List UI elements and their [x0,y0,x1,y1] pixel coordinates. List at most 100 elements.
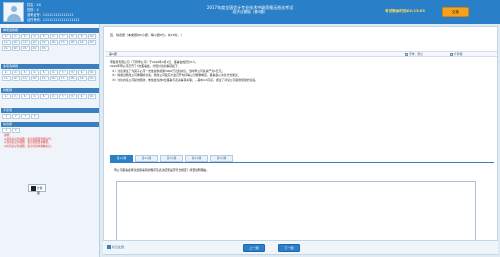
question-nav-item[interactable]: 1√ [2,70,11,75]
section-header-single-choice[interactable]: 单项选择题 [1,28,99,33]
question-nav-item[interactable]: 2 [11,114,20,119]
question-nav-item[interactable]: 18√ [68,40,77,45]
question-nav-item[interactable]: 16√ [49,76,58,81]
question-nav-item[interactable]: 5√ [40,34,49,39]
question-nav-item[interactable]: 25√ [40,46,49,51]
question-grid-true-false: 1√ 2√ 3√ 4√ 5√ 6√ 7√ 8√ 9√ 10√ [2,94,98,99]
tab-sub-question-1[interactable]: 第1小题 [110,155,133,162]
question-footer: 标记此题 上一题 下一题 [103,240,498,254]
tab-sub-question-5[interactable]: 第5小题 [210,155,233,162]
question-grid-indefinite: 1234 [2,114,98,119]
question-nav-item[interactable]: 4√ [30,70,39,75]
question-nav-item[interactable]: 9√ [78,70,87,75]
question-nav-item[interactable]: 7√ [59,94,68,99]
question-grid-comprehensive: 12 [2,128,98,133]
question-nav-item[interactable]: 9√ [78,34,87,39]
question-nav-item[interactable]: 10√ [87,94,96,99]
question-stem: 甲股份有限公司（下称甲公司）于2016年3月1日，董事会成员为7人。 2016年… [110,60,490,82]
section-header-indefinite[interactable]: 不定项 [1,108,99,113]
mark-question-label: 标记此题 [112,245,125,249]
question-nav-item[interactable]: 17√ [59,76,68,81]
calculator-icon [31,186,36,191]
question-nav-item[interactable]: 3√ [21,70,30,75]
question-panel: 四、综合题（本类题共5小题，每小题9分，共18分。） 第1题 字体：默认 计算器… [103,26,498,255]
question-nav-item[interactable]: 5√ [40,94,49,99]
question-nav-item[interactable]: 3√ [21,34,30,39]
calculator-button[interactable]: 计算器 [28,184,46,195]
question-nav-item[interactable]: 6√ [49,70,58,75]
question-navigator: 单项选择题 1√ 2√ 3√ 4√ 5√ 6√ 7√ 8√ 9√ 10√ 11√ 12√ 13√ 14√ 1… [0,24,100,257]
question-nav-item[interactable]: 15√ [40,40,49,45]
question-nav-item[interactable]: 2√ [11,34,20,39]
calculator-icon [450,52,453,56]
legend-line: 以红色标记的试题：表示考试内容被标记。 [4,144,54,148]
question-nav-item[interactable]: 8√ [68,34,77,39]
submit-exam-button[interactable]: 交卷 [442,7,469,17]
question-nav-item[interactable]: 4√ [30,94,39,99]
question-nav-item[interactable]: 3√ [21,94,30,99]
question-nav-item[interactable]: 13√ [21,76,30,81]
tab-sub-question-4[interactable]: 第4小题 [185,155,208,162]
question-nav-item[interactable]: 21√ [2,46,11,51]
question-nav-item[interactable]: 22√ [11,46,20,51]
question-nav-item[interactable]: 12√ [11,76,20,81]
question-nav-item[interactable]: 19√ [78,40,87,45]
question-nav-item[interactable]: 12√ [11,40,20,45]
question-nav-item[interactable]: 1√ [2,34,11,39]
next-question-button[interactable]: 下一题 [278,244,300,252]
section-instruction: 四、综合题（本类题共5小题，每小题9分，共18分。） [110,33,184,37]
question-nav-item[interactable]: 2√ [11,94,20,99]
sub-question-tabs: 第1小题 第2小题 第3小题 第4小题 第5小题 [110,155,494,163]
question-nav-item[interactable]: 9√ [78,94,87,99]
question-nav-item[interactable]: 23√ [21,46,30,51]
question-nav-item[interactable]: 16√ [49,40,58,45]
question-toolbar: 第1题 字体：默认 计算器 [105,51,497,57]
question-nav-item[interactable]: 13√ [21,40,30,45]
question-grid-multiple-choice: 1√ 2√ 3√ 4√ 5√ 6√ 7√ 8√ 9√ 10√ 11√ 12√ 13√ 14√ 15√ 16√ 1… [2,70,98,81]
question-nav-item[interactable]: 3 [21,114,30,119]
tab-sub-question-2[interactable]: 第2小题 [135,155,158,162]
tab-sub-question-3[interactable]: 第3小题 [160,155,183,162]
question-nav-item[interactable]: 1 [2,128,11,133]
question-nav-item[interactable]: 8√ [68,94,77,99]
question-nav-item[interactable]: 6√ [49,94,58,99]
font-setting[interactable]: 字体：默认 [405,52,423,57]
mark-question-toggle[interactable]: 标记此题 [107,245,124,250]
question-nav-item[interactable]: 10√ [87,70,96,75]
question-nav-item[interactable]: 8√ [68,70,77,75]
answer-input[interactable] [116,181,476,243]
question-nav-item[interactable]: 4√ [30,34,39,39]
question-nav-item[interactable]: 19√ [78,76,87,81]
question-nav-item[interactable]: 6√ [49,34,58,39]
question-nav-item[interactable]: 14√ [30,76,39,81]
question-nav-item[interactable]: 20√ [87,76,96,81]
question-nav-item[interactable]: 24√ [30,46,39,51]
question-nav-item[interactable]: 20√ [87,40,96,45]
question-nav-item[interactable]: 18√ [68,76,77,81]
question-nav-item[interactable]: 15√ [40,76,49,81]
calculator-tool[interactable]: 计算器 [450,52,462,57]
question-nav-item[interactable]: 11√ [2,76,11,81]
exam-subtitle: 经济法基础（第5题） [232,10,268,14]
question-nav-item[interactable]: 1√ [2,94,11,99]
question-nav-item[interactable]: 5√ [40,70,49,75]
question-nav-item[interactable]: 1 [2,114,11,119]
stem-line: （3）讨论向某公司提供借款，参加会议的6位董事与表决事项关联；...其中4人同意… [110,77,258,82]
calculator-tool-label: 计算器 [454,52,463,56]
question-nav-item[interactable]: 2√ [11,70,20,75]
timer-value: 02:13:03 [407,9,425,13]
question-nav-item[interactable]: 11√ [2,40,11,45]
question-nav-item[interactable]: 14√ [30,40,39,45]
section-header-multiple-choice[interactable]: 多项选择题 [1,64,99,69]
question-nav-item[interactable]: 7√ [59,70,68,75]
prev-question-button[interactable]: 上一题 [243,244,265,252]
font-setting-label: 字体：默认 [409,52,423,56]
question-nav-item[interactable]: 10√ [87,34,96,39]
section-header-comprehensive[interactable]: 综合题 [1,122,99,127]
question-nav-item[interactable]: 2 [11,128,20,133]
section-header-true-false[interactable]: 判断题 [1,88,99,93]
question-nav-item[interactable]: 17√ [59,40,68,45]
question-nav-item[interactable]: 4 [30,114,39,119]
question-nav-item[interactable]: 7√ [59,34,68,39]
calculator-label: 计算器 [37,186,43,195]
